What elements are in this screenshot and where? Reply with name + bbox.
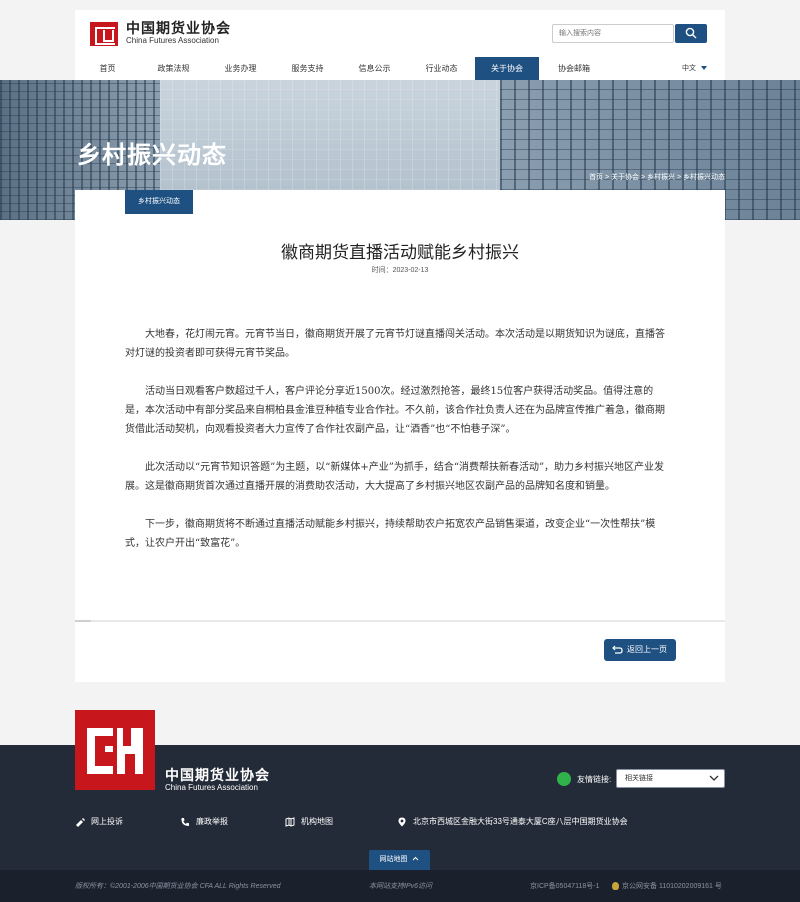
search-icon [685,27,697,39]
footer-address-text: 北京市西城区金融大街33号通泰大厦C座八层中国期货业协会 [413,817,628,826]
police-record-link[interactable]: 京公网安备 11010202009161 号 [622,881,722,891]
nav-item-policy[interactable]: 政策法规 [140,57,207,80]
sitemap-button[interactable]: 网站地图 [369,850,430,870]
chevron-down-icon [709,775,719,781]
icp-link[interactable]: 京ICP备05047118号-1 [530,881,600,891]
caret-down-icon [701,66,707,71]
footer-links: 网上投诉 廉政举报 机构地图 北京市西城区金融大街33号通泰大厦C座八层中国期货… [75,816,725,830]
article-paragraph: 活动当日观看客户数超过千人，客户评论分享近1500次。经过激烈抢答，最终15位客… [125,386,665,435]
nav-item-mailbox[interactable]: 协会邮箱 [539,57,609,80]
breadcrumb[interactable]: 首页 > 关于协会 > 乡村振兴 > 乡村振兴动态 [589,172,725,182]
friend-links-select-value: 相关链接 [625,775,653,782]
friend-links: 友情链接: [557,772,611,786]
section-tab[interactable]: 乡村振兴动态 [125,190,193,214]
nav-item-service[interactable]: 服务支持 [274,57,341,80]
nav-item-industry-news[interactable]: 行业动态 [408,57,475,80]
article-date: 时间：2023-02-13 [371,267,429,274]
footer-link-complaint[interactable]: 网上投诉 [75,816,123,827]
chevron-up-icon [413,856,419,861]
article-body: 大地春，花灯闹元宵。元宵节当日，徽商期货开展了元宵节灯谜直播闯关活动。本次活动是… [125,325,667,572]
map-icon [285,816,295,827]
footer-bottom-bar: 版权所有：©2001-2006中国期货业协会 CFA ALL Rights Re… [0,870,800,902]
footer-address: 北京市西城区金融大街33号通泰大厦C座八层中国期货业协会 [397,816,628,827]
footer-link-label: 廉政举报 [196,817,228,826]
footer-link-report[interactable]: 廉政举报 [180,816,228,827]
search-input[interactable] [552,24,674,43]
article-paragraph: 此次活动以“元宵节知识答题”为主题，以“新媒体+产业”为抓手，结合“消费帮扶新春… [125,462,665,492]
wechat-icon[interactable] [557,772,571,786]
ipv6-text: 本网站支持IPv6访问 [369,883,433,890]
search-button[interactable] [675,24,707,43]
friend-links-label: 友情链接: [577,774,612,784]
logo-title-en: China Futures Association [126,36,219,45]
article-paragraph: 下一步，徽商期货将不断通过直播活动赋能乡村振兴，持续帮助农户拓宽农产品销售渠道，… [125,519,656,549]
nav-item-business[interactable]: 业务办理 [207,57,274,80]
footer-link-label: 网上投诉 [91,817,123,826]
location-icon [398,817,406,826]
nav-item-disclosure[interactable]: 信息公示 [341,57,408,80]
friend-links-select[interactable]: 相关链接 [616,769,725,788]
nav-item-home[interactable]: 首页 [75,57,140,80]
footer-link-label: 机构地图 [301,817,333,826]
footer-logo-cn: 中国期货业协会 [165,767,270,783]
footer-logo-text: 中国期货业协会 China Futures Association [165,767,270,793]
footer-logo-en: China Futures Association [165,783,258,792]
police-badge-icon [612,882,619,890]
phone-icon [181,817,189,826]
article-paragraph: 大地春，花灯闹元宵。元宵节当日，徽商期货开展了元宵节灯谜直播闯关活动。本次活动是… [125,329,665,359]
sitemap-label: 网站地图 [379,856,408,863]
logo-title-cn: 中国期货业协会 [126,20,231,36]
copyright-text: 版权所有：©2001-2006中国期货业协会 CFA ALL Rights Re… [75,883,281,890]
main-nav: 首页 政策法规 业务办理 服务支持 信息公示 行业动态 关于协会 协会邮箱 中文 [75,57,725,80]
article-title: 徽商期货直播活动赋能乡村振兴 [281,243,519,262]
language-label: 中文 [682,65,696,72]
site-logo[interactable]: 中国期货业协会 China Futures Association [90,21,231,46]
back-arrow-icon [612,645,623,654]
footer-cfa-logo-icon [75,710,155,790]
pen-icon [76,817,85,827]
cfa-logo-icon [90,21,118,46]
article-panel: 乡村振兴动态 徽商期货直播活动赋能乡村振兴 时间：2023-02-13 大地春，… [75,190,725,682]
nav-item-about[interactable]: 关于协会 [475,57,539,80]
back-button[interactable]: 返回上一页 [604,639,676,661]
language-selector[interactable]: 中文 [682,57,707,80]
footer-link-map[interactable]: 机构地图 [285,816,333,827]
content-divider [75,620,725,622]
site-header: 中国期货业协会 China Futures Association 首页 政策法… [75,10,725,80]
banner-title: 乡村振兴动态 [77,142,227,169]
back-button-label: 返回上一页 [627,645,667,654]
